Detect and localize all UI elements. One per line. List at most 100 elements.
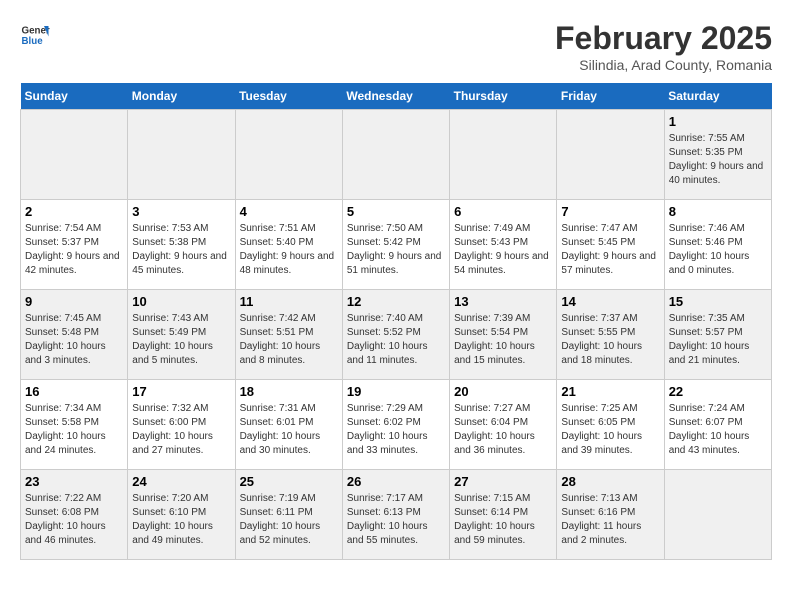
calendar-cell bbox=[664, 470, 771, 560]
calendar-cell: 27 Sunrise: 7:15 AM Sunset: 6:14 PM Dayli… bbox=[450, 470, 557, 560]
day-number: 22 bbox=[669, 384, 767, 399]
header-friday: Friday bbox=[557, 83, 664, 110]
month-title: February 2025 bbox=[555, 20, 772, 57]
calendar-cell bbox=[450, 110, 557, 200]
day-info: Sunrise: 7:39 AM Sunset: 5:54 PM Dayligh… bbox=[454, 312, 552, 368]
title-area: February 2025 Silindia, Arad County, Rom… bbox=[555, 20, 772, 73]
logo: General Blue bbox=[20, 20, 50, 50]
day-number: 26 bbox=[347, 474, 445, 489]
calendar-cell: 25 Sunrise: 7:19 AM Sunset: 6:11 PM Dayli… bbox=[235, 470, 342, 560]
calendar-cell: 18 Sunrise: 7:31 AM Sunset: 6:01 PM Dayli… bbox=[235, 380, 342, 470]
day-info: Sunrise: 7:34 AM Sunset: 5:58 PM Dayligh… bbox=[25, 402, 123, 458]
day-info: Sunrise: 7:43 AM Sunset: 5:49 PM Dayligh… bbox=[132, 312, 230, 368]
calendar-cell: 23 Sunrise: 7:22 AM Sunset: 6:08 PM Dayli… bbox=[21, 470, 128, 560]
header-monday: Monday bbox=[128, 83, 235, 110]
day-info: Sunrise: 7:42 AM Sunset: 5:51 PM Dayligh… bbox=[240, 312, 338, 368]
calendar-cell: 7 Sunrise: 7:47 AM Sunset: 5:45 PM Daylig… bbox=[557, 200, 664, 290]
day-number: 21 bbox=[561, 384, 659, 399]
day-number: 13 bbox=[454, 294, 552, 309]
header-thursday: Thursday bbox=[450, 83, 557, 110]
calendar-cell: 19 Sunrise: 7:29 AM Sunset: 6:02 PM Dayli… bbox=[342, 380, 449, 470]
day-number: 18 bbox=[240, 384, 338, 399]
location: Silindia, Arad County, Romania bbox=[555, 57, 772, 73]
day-info: Sunrise: 7:25 AM Sunset: 6:05 PM Dayligh… bbox=[561, 402, 659, 458]
day-info: Sunrise: 7:31 AM Sunset: 6:01 PM Dayligh… bbox=[240, 402, 338, 458]
calendar-cell: 21 Sunrise: 7:25 AM Sunset: 6:05 PM Dayli… bbox=[557, 380, 664, 470]
calendar-cell bbox=[235, 110, 342, 200]
day-number: 20 bbox=[454, 384, 552, 399]
day-info: Sunrise: 7:19 AM Sunset: 6:11 PM Dayligh… bbox=[240, 492, 338, 548]
day-number: 8 bbox=[669, 204, 767, 219]
day-info: Sunrise: 7:32 AM Sunset: 6:00 PM Dayligh… bbox=[132, 402, 230, 458]
day-number: 16 bbox=[25, 384, 123, 399]
day-number: 6 bbox=[454, 204, 552, 219]
calendar-cell bbox=[128, 110, 235, 200]
day-info: Sunrise: 7:46 AM Sunset: 5:46 PM Dayligh… bbox=[669, 222, 767, 278]
calendar-week-row: 16 Sunrise: 7:34 AM Sunset: 5:58 PM Dayli… bbox=[21, 380, 772, 470]
day-info: Sunrise: 7:54 AM Sunset: 5:37 PM Dayligh… bbox=[25, 222, 123, 278]
calendar-cell: 15Sunrise: 7:35 AM Sunset: 5:57 PM Dayli… bbox=[664, 290, 771, 380]
calendar-cell: 1Sunrise: 7:55 AM Sunset: 5:35 PM Daylig… bbox=[664, 110, 771, 200]
day-info: Sunrise: 7:29 AM Sunset: 6:02 PM Dayligh… bbox=[347, 402, 445, 458]
calendar-week-row: 23 Sunrise: 7:22 AM Sunset: 6:08 PM Dayli… bbox=[21, 470, 772, 560]
calendar-cell: 9Sunrise: 7:45 AM Sunset: 5:48 PM Daylig… bbox=[21, 290, 128, 380]
calendar-cell: 22 Sunrise: 7:24 AM Sunset: 6:07 PM Dayli… bbox=[664, 380, 771, 470]
calendar-cell: 14Sunrise: 7:37 AM Sunset: 5:55 PM Dayli… bbox=[557, 290, 664, 380]
day-info: Sunrise: 7:51 AM Sunset: 5:40 PM Dayligh… bbox=[240, 222, 338, 278]
calendar-cell: 26 Sunrise: 7:17 AM Sunset: 6:13 PM Dayli… bbox=[342, 470, 449, 560]
day-number: 1 bbox=[669, 114, 767, 129]
calendar-cell: 24 Sunrise: 7:20 AM Sunset: 6:10 PM Dayli… bbox=[128, 470, 235, 560]
calendar-cell: 2 Sunrise: 7:54 AM Sunset: 5:37 PM Daylig… bbox=[21, 200, 128, 290]
calendar-table: SundayMondayTuesdayWednesdayThursdayFrid… bbox=[20, 83, 772, 560]
day-number: 25 bbox=[240, 474, 338, 489]
header-saturday: Saturday bbox=[664, 83, 771, 110]
calendar-cell: 28 Sunrise: 7:13 AM Sunset: 6:16 PM Dayli… bbox=[557, 470, 664, 560]
calendar-cell: 13 Sunrise: 7:39 AM Sunset: 5:54 PM Dayli… bbox=[450, 290, 557, 380]
day-info: Sunrise: 7:53 AM Sunset: 5:38 PM Dayligh… bbox=[132, 222, 230, 278]
day-info: Sunrise: 7:37 AM Sunset: 5:55 PM Dayligh… bbox=[561, 312, 659, 368]
day-number: 2 bbox=[25, 204, 123, 219]
day-number: 12 bbox=[347, 294, 445, 309]
calendar-cell: 12Sunrise: 7:40 AM Sunset: 5:52 PM Dayli… bbox=[342, 290, 449, 380]
calendar-cell: 11 Sunrise: 7:42 AM Sunset: 5:51 PM Dayli… bbox=[235, 290, 342, 380]
calendar-week-row: 9Sunrise: 7:45 AM Sunset: 5:48 PM Daylig… bbox=[21, 290, 772, 380]
calendar-week-row: 1Sunrise: 7:55 AM Sunset: 5:35 PM Daylig… bbox=[21, 110, 772, 200]
day-info: Sunrise: 7:17 AM Sunset: 6:13 PM Dayligh… bbox=[347, 492, 445, 548]
calendar-cell bbox=[21, 110, 128, 200]
day-info: Sunrise: 7:50 AM Sunset: 5:42 PM Dayligh… bbox=[347, 222, 445, 278]
calendar-cell bbox=[342, 110, 449, 200]
logo-icon: General Blue bbox=[20, 20, 50, 50]
calendar-week-row: 2 Sunrise: 7:54 AM Sunset: 5:37 PM Daylig… bbox=[21, 200, 772, 290]
day-info: Sunrise: 7:22 AM Sunset: 6:08 PM Dayligh… bbox=[25, 492, 123, 548]
page-header: General Blue February 2025 Silindia, Ara… bbox=[20, 20, 772, 73]
calendar-cell: 16 Sunrise: 7:34 AM Sunset: 5:58 PM Dayli… bbox=[21, 380, 128, 470]
day-info: Sunrise: 7:13 AM Sunset: 6:16 PM Dayligh… bbox=[561, 492, 659, 548]
day-number: 24 bbox=[132, 474, 230, 489]
day-number: 9 bbox=[25, 294, 123, 309]
calendar-header-row: SundayMondayTuesdayWednesdayThursdayFrid… bbox=[21, 83, 772, 110]
svg-text:Blue: Blue bbox=[22, 36, 44, 47]
day-number: 11 bbox=[240, 294, 338, 309]
calendar-cell: 20Sunrise: 7:27 AM Sunset: 6:04 PM Dayli… bbox=[450, 380, 557, 470]
day-number: 4 bbox=[240, 204, 338, 219]
calendar-cell bbox=[557, 110, 664, 200]
day-info: Sunrise: 7:20 AM Sunset: 6:10 PM Dayligh… bbox=[132, 492, 230, 548]
day-info: Sunrise: 7:35 AM Sunset: 5:57 PM Dayligh… bbox=[669, 312, 767, 368]
day-info: Sunrise: 7:24 AM Sunset: 6:07 PM Dayligh… bbox=[669, 402, 767, 458]
calendar-cell: 8 Sunrise: 7:46 AM Sunset: 5:46 PM Daylig… bbox=[664, 200, 771, 290]
day-number: 19 bbox=[347, 384, 445, 399]
day-number: 5 bbox=[347, 204, 445, 219]
day-number: 28 bbox=[561, 474, 659, 489]
day-info: Sunrise: 7:15 AM Sunset: 6:14 PM Dayligh… bbox=[454, 492, 552, 548]
calendar-cell: 17Sunrise: 7:32 AM Sunset: 6:00 PM Dayli… bbox=[128, 380, 235, 470]
day-number: 27 bbox=[454, 474, 552, 489]
header-tuesday: Tuesday bbox=[235, 83, 342, 110]
calendar-cell: 3Sunrise: 7:53 AM Sunset: 5:38 PM Daylig… bbox=[128, 200, 235, 290]
day-number: 23 bbox=[25, 474, 123, 489]
day-info: Sunrise: 7:49 AM Sunset: 5:43 PM Dayligh… bbox=[454, 222, 552, 278]
header-sunday: Sunday bbox=[21, 83, 128, 110]
header-wednesday: Wednesday bbox=[342, 83, 449, 110]
day-info: Sunrise: 7:47 AM Sunset: 5:45 PM Dayligh… bbox=[561, 222, 659, 278]
calendar-cell: 6 Sunrise: 7:49 AM Sunset: 5:43 PM Daylig… bbox=[450, 200, 557, 290]
day-number: 7 bbox=[561, 204, 659, 219]
